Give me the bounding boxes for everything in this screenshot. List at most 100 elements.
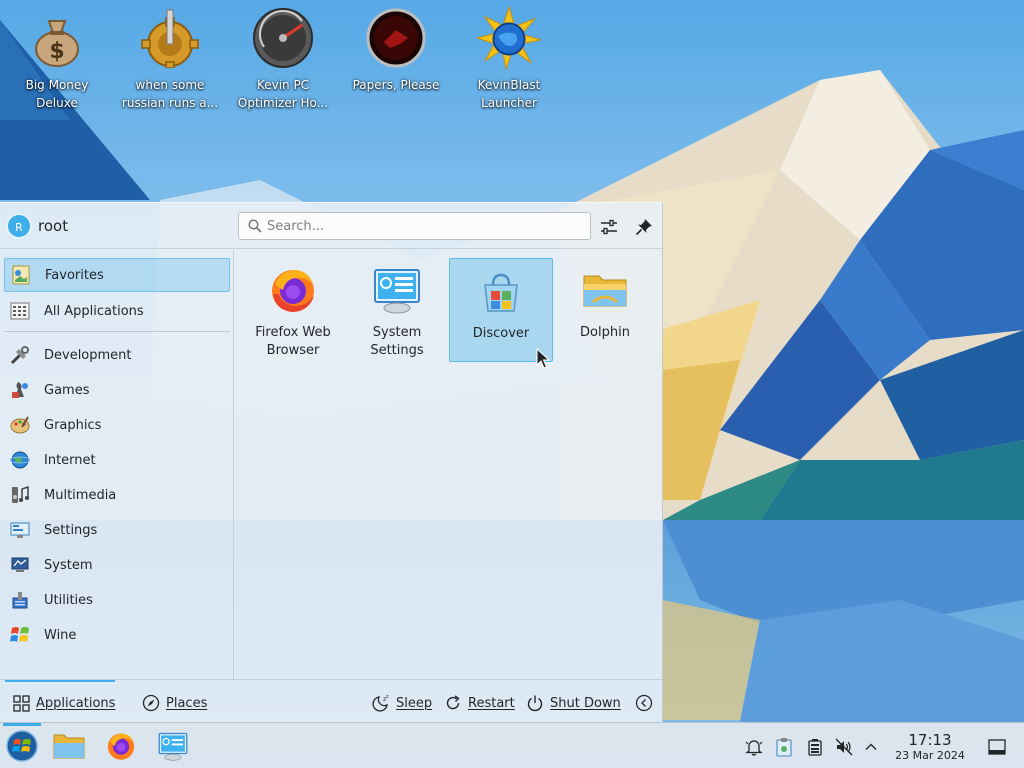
sidebar-item-settings[interactable]: Settings [4,513,230,547]
desktop-icon-label: KevinBlast Launcher [477,78,541,110]
taskbar-system-settings[interactable] [156,729,190,763]
desktop-icon-papers-please[interactable]: Papers, Please [341,6,451,94]
app-tile-label: Firefox Web Browser [255,325,331,358]
taskbar-dolphin[interactable] [52,729,86,763]
app-tile-dolphin[interactable]: Dolphin [553,258,657,362]
graphics-icon [9,414,31,436]
tab-places[interactable]: Places [142,693,207,713]
sidebar-item-label: Development [44,347,132,363]
favorites-icon [10,264,32,286]
settings-icon [9,519,31,541]
desktop-icon-label: Big Money Deluxe [25,78,89,110]
tray-clipboard[interactable] [774,737,794,757]
sleep-icon: zz [372,694,390,712]
shutdown-button[interactable]: Shut Down [526,693,621,713]
sidebar-item-wine[interactable]: Wine [4,618,230,652]
app-tile-label: Discover [472,326,530,341]
expand-tray-icon [865,743,877,750]
sidebar-item-multimedia[interactable]: Multimedia [4,478,230,512]
sidebar-item-favorites[interactable]: Favorites [4,258,230,292]
sidebar-item-label: Graphics [44,417,102,433]
tab-applications[interactable]: Applications [12,693,115,713]
gear-lever-icon [138,6,202,70]
sidebar-item-games[interactable]: Games [4,373,230,407]
dolphin-folder-icon [581,266,629,314]
pin-button[interactable] [632,215,656,239]
show-desktop-icon [988,739,1006,755]
pin-icon [635,219,652,236]
sidebar-item-label: System [44,557,93,573]
tab-label: Applications [36,695,116,711]
app-tile-system-settings[interactable]: System Settings [345,258,449,362]
mouse-cursor [536,347,551,374]
svg-text:$: $ [49,39,64,64]
tray-notifications[interactable] [744,737,764,757]
avatar[interactable]: R [6,213,32,239]
speedometer-icon [251,6,315,70]
configure-button[interactable] [597,215,621,239]
sidebar-item-system[interactable]: System [4,548,230,582]
papers-please-icon [364,6,428,70]
taskbar-firefox[interactable] [104,729,138,763]
clipboard-icon [776,738,792,757]
start-menu-button[interactable] [5,729,39,763]
discover-icon [477,267,525,315]
desktop-icon-label: when some russian runs a... [121,78,219,110]
restart-icon [444,694,462,712]
app-tile-label: System Settings [370,325,424,358]
desktop-icon-kevin-pc-optimizer[interactable]: Kevin PC Optimizer Ho... [228,6,338,112]
sidebar-item-all-applications[interactable]: All Applications [4,294,230,328]
taskbar: 17:13 23 Mar 2024 [0,722,1024,768]
all-apps-icon [9,300,31,322]
tab-label: Places [166,695,208,711]
sidebar-item-label: All Applications [44,303,144,319]
desktop-icon-kevinblast-launcher[interactable]: KevinBlast Launcher [454,6,564,112]
more-power-options-button[interactable] [635,693,653,713]
launcher-footer: Applications Places zz Sleep Restart Shu… [0,679,663,723]
sidebar-item-label: Settings [44,522,98,538]
sidebar-item-label: Multimedia [44,487,117,503]
power-icon [526,694,544,712]
restart-button[interactable]: Restart [444,693,515,713]
sliders-icon [601,219,617,235]
battery-icon [808,739,822,756]
app-tile-discover[interactable]: Discover [449,258,553,362]
sidebar-item-label: Utilities [44,592,93,608]
show-desktop-button[interactable] [987,737,1007,757]
grid-icon [12,694,30,712]
launcher-header: R root [0,203,663,249]
launcher-active-indicator [3,723,41,726]
notifications-icon [745,740,763,756]
app-tile-firefox[interactable]: Firefox Web Browser [241,258,345,362]
volume-muted-icon [835,738,853,756]
tray-volume[interactable] [834,737,854,757]
svg-text:z: z [386,694,389,700]
sidebar-item-internet[interactable]: Internet [4,443,230,477]
sidebar-item-utilities[interactable]: Utilities [4,583,230,617]
chevron-left-icon [635,694,653,712]
internet-icon [9,449,31,471]
app-tile-label: Dolphin [580,325,630,340]
tray-battery[interactable] [805,737,825,757]
search-icon [248,219,262,237]
desktop-icon-big-money-deluxe[interactable]: $ Big Money Deluxe [2,6,112,112]
tray-expand-button[interactable] [861,737,881,757]
sidebar-item-development[interactable]: Development [4,338,230,372]
power-label: Shut Down [550,695,621,711]
favorites-grid: Firefox Web Browser System Settings Disc… [236,250,662,680]
desktop-icon-russian-runs[interactable]: when some russian runs a... [115,6,225,112]
power-label: Restart [468,695,515,711]
dolphin-icon [53,734,85,759]
compass-icon [142,694,160,712]
search-box[interactable] [238,212,591,240]
utilities-icon [9,589,31,611]
blast-globe-icon [477,6,541,70]
clock-date: 23 Mar 2024 [895,749,965,762]
sidebar-item-graphics[interactable]: Graphics [4,408,230,442]
wine-icon [9,624,31,646]
search-input[interactable] [267,216,582,236]
sleep-button[interactable]: zz Sleep [372,693,432,713]
digital-clock[interactable]: 17:13 23 Mar 2024 [884,732,976,763]
desktop-icon-label: Papers, Please [352,78,440,92]
power-label: Sleep [396,695,433,711]
